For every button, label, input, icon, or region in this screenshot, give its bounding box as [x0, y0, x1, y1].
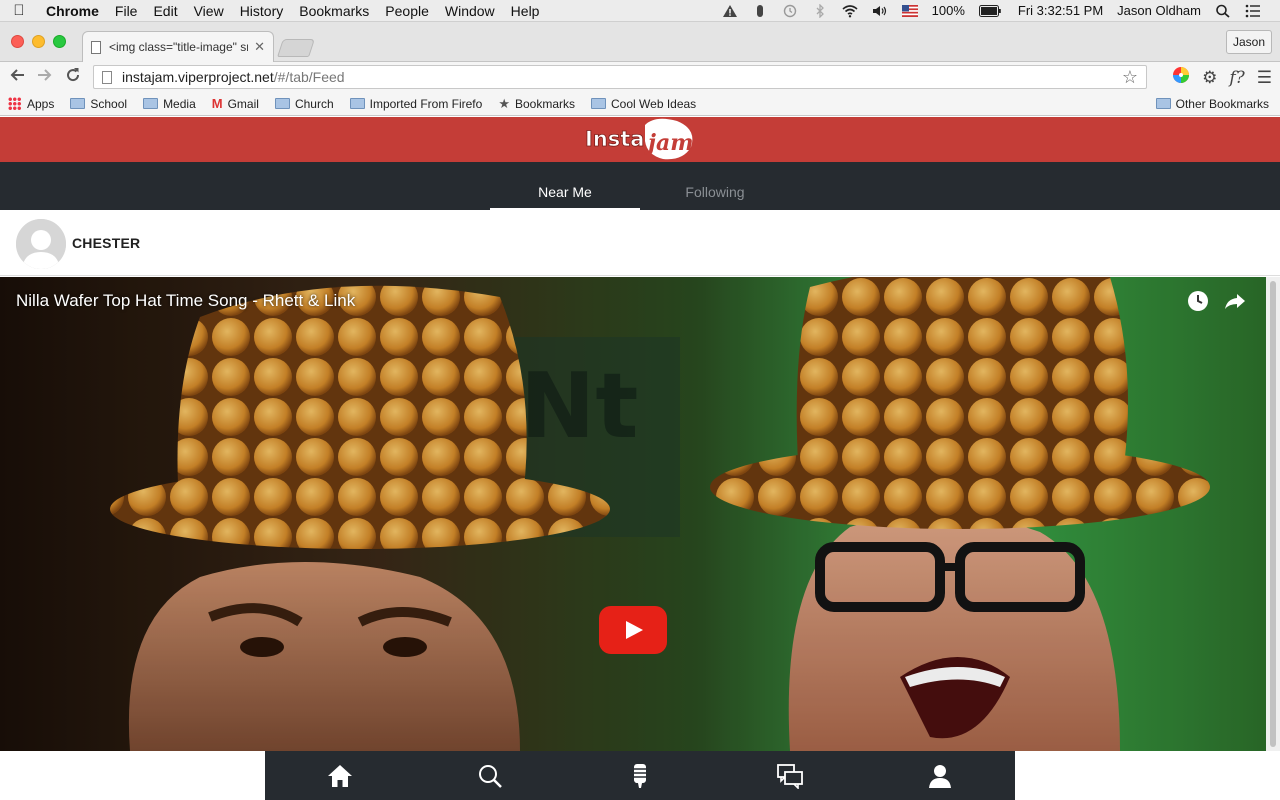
page-scrollbar[interactable]	[1266, 277, 1280, 751]
folder-icon	[143, 98, 159, 109]
profile-button[interactable]: Jason	[1226, 30, 1272, 54]
mac-menubar:  Chrome File Edit View History Bookmark…	[0, 0, 1280, 22]
svg-text:jam: jam	[644, 130, 694, 156]
mouse-battery-icon[interactable]	[745, 4, 775, 18]
post-username[interactable]: CHESTER	[72, 235, 140, 251]
bookmark-gmail[interactable]: M Gmail	[212, 96, 259, 111]
chat-bubbles-icon	[777, 763, 803, 789]
folder-icon	[70, 98, 86, 109]
watch-later-clock-icon[interactable]	[1187, 290, 1209, 312]
feed-tab-bar: Near Me Following	[0, 162, 1280, 210]
url-host: instajam.viperproject.net	[122, 69, 274, 85]
menu-file[interactable]: File	[107, 3, 146, 19]
nav-profile[interactable]	[865, 751, 1015, 800]
menu-edit[interactable]: Edit	[145, 3, 185, 19]
menu-window[interactable]: Window	[437, 3, 503, 19]
zoom-window-button[interactable]	[53, 35, 66, 48]
avatar[interactable]	[16, 219, 66, 269]
menu-help[interactable]: Help	[503, 3, 548, 19]
menu-bookmarks[interactable]: Bookmarks	[291, 3, 377, 19]
folder-icon	[274, 98, 290, 109]
wifi-icon[interactable]	[835, 4, 865, 18]
reload-icon[interactable]	[59, 67, 87, 88]
time-machine-icon[interactable]	[775, 4, 805, 18]
bookmark-media[interactable]: Media	[143, 97, 196, 111]
video-title[interactable]: Nilla Wafer Top Hat Time Song - Rhett & …	[16, 291, 355, 311]
browser-tabstrip: <img class="title-image" sr ✕ Jason	[0, 22, 1280, 62]
tab-following[interactable]: Following	[640, 162, 790, 210]
bookmark-cool-web-ideas[interactable]: Cool Web Ideas	[591, 97, 696, 111]
apple-icon[interactable]: 	[0, 2, 38, 19]
chrome-menu-icon[interactable]: ☰	[1257, 68, 1272, 88]
search-icon	[479, 764, 502, 788]
bookmarks-bar: Apps School Media M Gmail Church Imported…	[0, 92, 1280, 116]
page-info-icon[interactable]	[102, 70, 112, 84]
gmail-icon: M	[211, 96, 223, 111]
video-player[interactable]: Nt Nilla Wafer Top Hat Time Song - Rhett…	[0, 277, 1266, 751]
forward-arrow-icon[interactable]	[31, 67, 59, 87]
color-picker-extension-icon[interactable]	[1172, 66, 1190, 89]
user-name[interactable]: Jason Oldham	[1110, 3, 1208, 18]
nav-messages[interactable]	[715, 751, 865, 800]
url-path: /#/tab/Feed	[273, 69, 345, 85]
notification-center-icon[interactable]	[1238, 4, 1268, 18]
bookmark-apps[interactable]: Apps	[8, 97, 54, 111]
home-icon	[328, 764, 352, 787]
spotlight-icon[interactable]	[1208, 4, 1238, 18]
bluetooth-icon[interactable]	[805, 3, 835, 18]
user-icon	[929, 764, 951, 788]
app-header: Insta jam	[0, 117, 1280, 162]
youtube-play-button[interactable]	[599, 606, 667, 654]
clock[interactable]: Fri 3:32:51 PM	[1008, 3, 1110, 18]
menu-view[interactable]: View	[186, 3, 232, 19]
bookmark-church[interactable]: Church	[274, 97, 334, 111]
volume-icon[interactable]	[865, 4, 895, 18]
apps-grid-icon	[8, 97, 21, 110]
folder-icon	[349, 98, 365, 109]
battery-icon[interactable]	[972, 4, 1008, 17]
font-extension-icon[interactable]: f?	[1229, 68, 1244, 88]
default-user-icon	[16, 219, 66, 269]
tab-title: <img class="title-image" sr	[109, 40, 249, 54]
nav-record[interactable]	[565, 751, 715, 800]
back-arrow-icon[interactable]	[3, 67, 31, 87]
star-icon: ★	[498, 95, 510, 111]
minimize-window-button[interactable]	[32, 35, 45, 48]
browser-tab[interactable]: <img class="title-image" sr ✕	[82, 31, 274, 62]
microphone-icon	[634, 763, 646, 788]
page-icon	[91, 40, 101, 54]
scrollbar-thumb[interactable]	[1270, 281, 1276, 747]
nav-search[interactable]	[415, 751, 565, 800]
alert-icon[interactable]	[715, 4, 745, 18]
folder-icon	[1155, 98, 1171, 109]
close-tab-icon[interactable]: ✕	[254, 39, 265, 55]
tab-near-me[interactable]: Near Me	[490, 162, 640, 210]
menu-people[interactable]: People	[377, 3, 437, 19]
other-bookmarks[interactable]: Other Bookmarks	[1155, 97, 1269, 111]
window-controls	[11, 35, 66, 48]
share-arrow-icon[interactable]	[1224, 290, 1246, 312]
svg-text:Insta: Insta	[585, 127, 644, 151]
bottom-navigation	[265, 751, 1015, 800]
post-header: CHESTER	[0, 210, 1280, 276]
video-thumbnail: Nt	[0, 277, 1266, 751]
bookmark-imported[interactable]: Imported From Firefo	[349, 97, 482, 111]
address-bar[interactable]: instajam.viperproject.net/#/tab/Feed ☆	[93, 65, 1147, 89]
close-window-button[interactable]	[11, 35, 24, 48]
menu-app-name[interactable]: Chrome	[38, 3, 107, 19]
settings-gear-icon[interactable]: ⚙	[1202, 68, 1217, 88]
battery-percent[interactable]: 100%	[925, 3, 972, 18]
menu-history[interactable]: History	[232, 3, 292, 19]
folder-icon	[591, 98, 607, 109]
nav-home[interactable]	[265, 751, 415, 800]
input-flag-icon[interactable]	[895, 4, 925, 18]
browser-toolbar: instajam.viperproject.net/#/tab/Feed ☆ ⚙…	[0, 62, 1280, 92]
bookmark-bookmarks[interactable]: ★ Bookmarks	[498, 96, 575, 112]
instajam-logo[interactable]: Insta jam	[585, 117, 700, 162]
bookmark-star-icon[interactable]: ☆	[1122, 67, 1138, 88]
new-tab-button[interactable]	[277, 39, 315, 57]
bookmark-school[interactable]: School	[70, 97, 127, 111]
